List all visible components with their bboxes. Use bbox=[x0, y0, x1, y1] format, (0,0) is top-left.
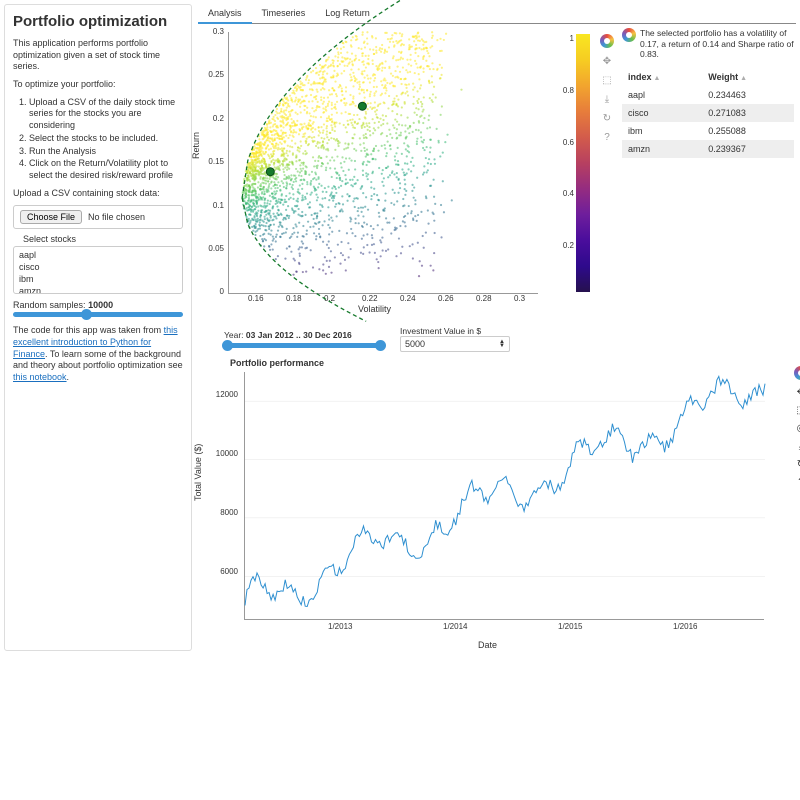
steps-list: Upload a CSV of the daily stock time ser… bbox=[29, 97, 183, 182]
weights-table: index▲ Weight▲ aapl0.234463 cisco0.27108… bbox=[622, 68, 794, 158]
boxzoom-icon[interactable]: ⬚ bbox=[601, 74, 613, 86]
colorbar bbox=[576, 34, 590, 292]
bokeh-logo-icon bbox=[622, 28, 636, 42]
year-label: Year: 03 Jan 2012 .. 30 Dec 2016 bbox=[224, 330, 352, 340]
x-axis-label: Volatility bbox=[358, 304, 391, 314]
wheelzoom-icon[interactable]: ◎ bbox=[797, 423, 800, 434]
list-item[interactable]: aapl bbox=[16, 249, 180, 261]
tab-bar: Analysis Timeseries Log Return bbox=[198, 4, 796, 24]
investment-label: Investment Value in $ bbox=[400, 326, 510, 336]
notebook-link[interactable]: this notebook bbox=[13, 372, 67, 382]
x-axis-label: Date bbox=[478, 640, 497, 650]
range-thumb-end[interactable] bbox=[375, 340, 386, 351]
pan-icon[interactable]: ✥ bbox=[601, 55, 613, 67]
select-stocks-label: Select stocks bbox=[23, 234, 183, 244]
investment-value: 5000 bbox=[405, 339, 425, 349]
tab-timeseries[interactable]: Timeseries bbox=[252, 4, 316, 24]
range-thumb-start[interactable] bbox=[222, 340, 233, 351]
table-row: cisco0.271083 bbox=[622, 104, 794, 122]
plot-toolbar: ✥ ⬚ ⤓ ↻ ? bbox=[600, 34, 614, 143]
plot-toolbar: ✥ ⬚ ◎ ⤓ ↻ ? bbox=[794, 366, 800, 488]
prompt-text: To optimize your portfolio: bbox=[13, 79, 183, 91]
list-item[interactable]: amzn bbox=[16, 285, 180, 294]
reset-icon[interactable]: ↻ bbox=[601, 112, 613, 124]
intro-text: This application performs portfolio opti… bbox=[13, 38, 183, 73]
year-range-slider[interactable] bbox=[224, 343, 384, 348]
boxzoom-icon[interactable]: ⬚ bbox=[796, 405, 800, 416]
spin-down-icon[interactable]: ▼ bbox=[499, 344, 505, 348]
step-item: Select the stocks to be included. bbox=[29, 133, 183, 145]
tab-logreturn[interactable]: Log Return bbox=[315, 4, 380, 24]
file-status: No file chosen bbox=[88, 212, 145, 222]
save-icon[interactable]: ⤓ bbox=[601, 93, 613, 105]
file-input[interactable]: Choose File No file chosen bbox=[13, 205, 183, 229]
performance-chart[interactable]: Portfolio performance Total Value ($) Da… bbox=[198, 356, 796, 651]
bokeh-logo-icon[interactable] bbox=[600, 34, 614, 48]
credit-text: The code for this app was taken from thi… bbox=[13, 325, 183, 383]
step-item: Click on the Return/Volatility plot to s… bbox=[29, 158, 183, 181]
portfolio-summary: The selected portfolio has a volatility … bbox=[640, 28, 794, 60]
slider-thumb[interactable] bbox=[81, 309, 92, 320]
main-panel: Analysis Timeseries Log Return Return Vo… bbox=[198, 4, 796, 651]
table-row: amzn0.239367 bbox=[622, 140, 794, 158]
step-item: Upload a CSV of the daily stock time ser… bbox=[29, 97, 183, 132]
table-row: aapl0.234463 bbox=[622, 86, 794, 104]
stocks-listbox[interactable]: aapl cisco ibm amzn bbox=[13, 246, 183, 294]
sidebar: Portfolio optimization This application … bbox=[4, 4, 192, 651]
upload-label: Upload a CSV containing stock data: bbox=[13, 188, 183, 200]
y-axis-label: Return bbox=[191, 132, 201, 159]
tab-analysis[interactable]: Analysis bbox=[198, 4, 252, 24]
bokeh-logo-icon[interactable] bbox=[794, 366, 800, 380]
help-icon[interactable]: ? bbox=[601, 131, 613, 143]
samples-label: Random samples: 10000 bbox=[13, 300, 183, 310]
page-title: Portfolio optimization bbox=[13, 13, 183, 30]
investment-input[interactable]: 5000 ▲▼ bbox=[400, 336, 510, 352]
col-index[interactable]: index▲ bbox=[622, 68, 702, 86]
list-item[interactable]: ibm bbox=[16, 273, 180, 285]
col-weight[interactable]: Weight▲ bbox=[702, 68, 794, 86]
table-row: ibm0.255088 bbox=[622, 122, 794, 140]
list-item[interactable]: cisco bbox=[16, 261, 180, 273]
y-axis-label: Total Value ($) bbox=[193, 444, 203, 501]
samples-slider[interactable] bbox=[13, 312, 183, 317]
step-item: Run the Analysis bbox=[29, 146, 183, 158]
efficient-frontier-chart[interactable]: Return Volatility 0.3 0.25 0.2 0.15 0.1 … bbox=[198, 24, 616, 324]
choose-file-button[interactable]: Choose File bbox=[20, 210, 82, 224]
chart-title: Portfolio performance bbox=[230, 358, 324, 368]
